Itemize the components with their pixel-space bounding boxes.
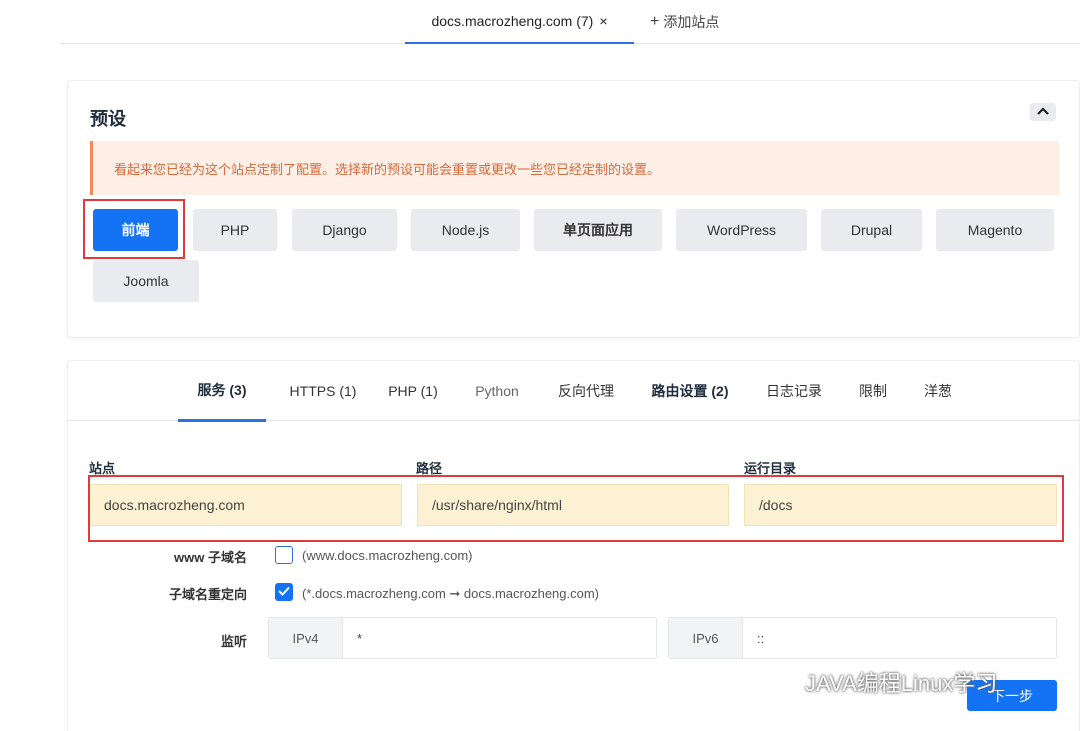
tab-php[interactable]: PHP (1) — [380, 361, 446, 421]
www-subdomain-checkbox[interactable] — [275, 546, 293, 564]
preset-php-button[interactable]: PHP — [193, 209, 277, 251]
preset-panel: 预设 看起来您已经为这个站点定制了配置。选择新的预设可能会重置或更改一些您已经定… — [67, 80, 1080, 338]
preset-drupal-button[interactable]: Drupal — [821, 209, 922, 251]
subdomain-redirect-hint: (*.docs.macrozheng.com ➞ docs.macrozheng… — [302, 586, 600, 601]
www-subdomain-label: www 子域名 — [174, 550, 247, 565]
tab-https[interactable]: HTTPS (1) — [278, 361, 368, 421]
subdomain-redirect-checkbox[interactable] — [275, 583, 293, 601]
preset-spa-button[interactable]: 单页面应用 — [534, 209, 662, 251]
tab-logging[interactable]: 日志记录 — [756, 361, 832, 421]
preset-wordpress-button[interactable]: WordPress — [676, 209, 807, 251]
ipv4-input[interactable]: * — [343, 618, 656, 658]
tab-limits[interactable]: 限制 — [848, 361, 898, 421]
checkmark-icon — [278, 585, 290, 599]
ipv6-input[interactable]: :: — [743, 618, 1056, 658]
add-site-button[interactable]: + 添加站点 — [650, 0, 719, 44]
tab-onion[interactable]: 洋葱 — [913, 361, 963, 421]
collapse-button[interactable] — [1030, 103, 1056, 121]
close-icon[interactable]: × — [599, 13, 607, 29]
next-button[interactable]: 下一步 — [967, 680, 1057, 711]
preset-magento-button[interactable]: Magento — [936, 209, 1054, 251]
listen-label: 监听 — [220, 634, 247, 649]
ipv6-prefix: IPv6 — [669, 618, 743, 658]
tab-reverse-proxy[interactable]: 反向代理 — [548, 361, 624, 421]
preset-title: 预设 — [90, 109, 126, 129]
tab-python[interactable]: Python — [464, 361, 530, 421]
add-site-label: 添加站点 — [663, 14, 720, 30]
preset-django-button[interactable]: Django — [292, 209, 397, 251]
www-subdomain-hint: (www.docs.macrozheng.com) — [302, 548, 473, 563]
ipv4-input-group: IPv4 * — [268, 617, 657, 659]
settings-panel: 服务 (3) HTTPS (1) PHP (1) Python 反向代理 路由设… — [67, 360, 1080, 731]
settings-tabs: 服务 (3) HTTPS (1) PHP (1) Python 反向代理 路由设… — [68, 361, 1079, 422]
preset-joomla-button[interactable]: Joomla — [93, 260, 199, 302]
fields-highlight-box — [88, 475, 1064, 542]
frontend-highlight-box — [83, 199, 185, 259]
tab-routing[interactable]: 路由设置 (2) — [640, 361, 740, 421]
preset-notice: 看起来您已经为这个站点定制了配置。选择新的预设可能会重置或更改一些您已经定制的设… — [90, 141, 1059, 195]
ipv4-prefix: IPv4 — [269, 618, 343, 658]
plus-icon: + — [650, 13, 660, 30]
site-tab-label: docs.macrozheng.com (7) — [431, 13, 594, 29]
subdomain-redirect-label: 子域名重定向 — [168, 587, 247, 602]
tab-docs-site[interactable]: docs.macrozheng.com (7) × — [405, 0, 634, 44]
ipv6-input-group: IPv6 :: — [668, 617, 1057, 659]
chevron-up-icon — [1037, 106, 1049, 118]
preset-nodejs-button[interactable]: Node.js — [411, 209, 520, 251]
site-tab-bar: docs.macrozheng.com (7) × + 添加站点 — [60, 0, 1080, 44]
tab-services[interactable]: 服务 (3) — [178, 361, 266, 422]
